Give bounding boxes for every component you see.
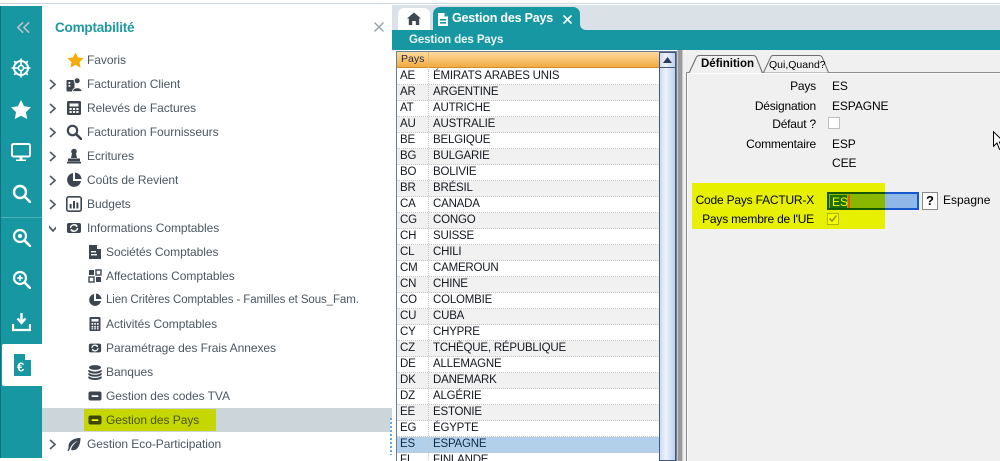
- svg-text:€: €: [17, 360, 24, 375]
